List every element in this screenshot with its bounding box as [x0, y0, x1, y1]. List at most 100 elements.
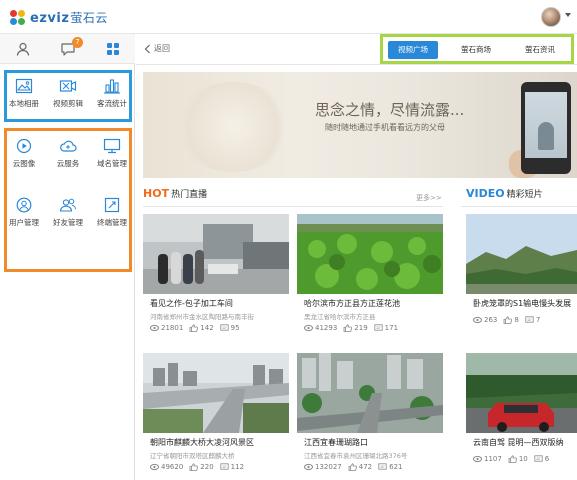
video-card-2[interactable]: 哈尔滨市方正县方正莲花池 黑龙江省哈尔滨市方正县 41293 219 171 [297, 214, 443, 342]
likes-stat[interactable]: 472 [348, 463, 372, 471]
comments-stat[interactable]: 6 [534, 455, 549, 463]
video-card-1[interactable]: 看见之作-包子加工车间 河南省郑州市金水区陶阳路与南丰街 21801 142 9… [143, 214, 289, 342]
video-card-3[interactable]: 卧虎笼罩的S1输电慢头发展 263 8 7 [466, 214, 577, 342]
photo-album-icon [15, 78, 33, 94]
tab-messages[interactable] [45, 34, 90, 64]
app-window: ezviz萤石云 7 本地相册 视频剪辑 客流统计 云图像 云服务 域名管理 用… [0, 0, 577, 480]
passenger-stats-button[interactable]: 客流统计 [90, 76, 134, 112]
comments-stat[interactable]: 621 [378, 463, 402, 471]
video-thumbnail[interactable] [297, 214, 443, 294]
cloud-service-icon [60, 140, 77, 152]
phone-person-image [538, 122, 554, 150]
cloud-video-label: 云图像 [12, 159, 36, 168]
video-stats: 41293 219 171 [304, 324, 404, 332]
video-edit-icon [59, 80, 77, 92]
passenger-stats-label: 客流统计 [97, 99, 127, 108]
likes-count: 472 [358, 463, 373, 471]
lotus-pond-image [297, 214, 443, 294]
back-button[interactable]: 返回 [144, 43, 170, 54]
user-manage-button[interactable]: 用户管理 [2, 195, 46, 231]
friends-icon [59, 198, 76, 212]
likes-count: 8 [514, 316, 519, 324]
friends-manage-label: 好友管理 [53, 218, 83, 227]
comments-stat[interactable]: 95 [220, 324, 240, 332]
sidebar: 7 本地相册 视频剪辑 客流统计 云图像 云服务 域名管理 用户管理 好友管理 … [0, 34, 135, 480]
video-title[interactable]: 云南自驾 昆明—西双版纳 [473, 437, 564, 448]
sidebar-tabs: 7 [0, 34, 135, 64]
user-icon [16, 42, 29, 56]
comments-stat[interactable]: 171 [374, 324, 398, 332]
video-title[interactable]: 江西宜春珊瑚路口 [304, 437, 368, 448]
tab-apps[interactable] [90, 34, 135, 64]
thumbs-up-icon [189, 324, 199, 332]
video-card-4[interactable]: 朝阳市麒麟大桥大凌河风景区 辽宁省朝阳市双塔区麒麟大桥 49620 220 11… [143, 353, 289, 480]
banner-background-decoration [173, 82, 293, 172]
domain-manage-button[interactable]: 域名管理 [90, 136, 134, 172]
video-edit-button[interactable]: 视频剪辑 [46, 76, 90, 112]
video-thumbnail[interactable] [143, 353, 289, 433]
cloud-video-button[interactable]: 云图像 [2, 136, 46, 172]
hot-label-cn: 热门直播 [171, 190, 208, 200]
cloud-service-button[interactable]: 云服务 [46, 136, 90, 172]
likes-stat[interactable]: 142 [189, 324, 214, 332]
views-stat: 21801 [150, 324, 183, 332]
apps-grid-icon [106, 43, 119, 55]
likes-count: 220 [200, 463, 214, 471]
phone-screen [525, 92, 567, 158]
likes-count: 10 [518, 455, 528, 463]
banner-subtitle: 随时随地通过手机看看远方的父母 [325, 123, 445, 132]
cloud-video-icon [16, 138, 32, 154]
logo-en: ezviz [30, 11, 70, 26]
comments-count: 171 [384, 324, 399, 332]
video-thumbnail[interactable] [466, 353, 577, 433]
cloud-service-label: 云服务 [56, 159, 80, 168]
eye-icon [473, 316, 482, 324]
views-count: 132027 [315, 463, 342, 471]
views-stat: 132027 [304, 463, 342, 471]
video-thumbnail[interactable] [466, 214, 577, 294]
comments-stat[interactable]: 7 [525, 316, 540, 324]
video-stats: 132027 472 621 [304, 463, 408, 471]
terminal-manage-button[interactable]: 终端管理 [90, 195, 134, 231]
video-thumbnail[interactable] [297, 353, 443, 433]
video-title[interactable]: 朝阳市麒麟大桥大凌河风景区 [150, 437, 254, 448]
avatar[interactable] [541, 7, 561, 27]
eye-icon [150, 324, 159, 332]
video-thumbnail[interactable] [143, 214, 289, 294]
photo-album-button[interactable]: 本地相册 [2, 76, 46, 112]
tab-video-square[interactable]: 视频广场 [388, 41, 438, 59]
video-stats: 263 8 7 [473, 316, 546, 324]
likes-stat[interactable]: 220 [189, 463, 214, 471]
eye-icon [304, 324, 313, 332]
video-card-6[interactable]: 云南自驾 昆明—西双版纳 1107 10 6 [466, 353, 577, 480]
comment-icon [220, 324, 229, 331]
comments-stat[interactable]: 112 [220, 463, 244, 471]
video-card-5[interactable]: 江西宜春珊瑚路口 江西省宜春市袁州区珊瑚北路376号 132027 472 62… [297, 353, 443, 480]
tab-user[interactable] [0, 34, 45, 64]
video-title[interactable]: 看见之作-包子加工车间 [150, 298, 233, 309]
video-title[interactable]: 哈尔滨市方正县方正莲花池 [304, 298, 400, 309]
video-label-cn: 精彩短片 [506, 190, 543, 200]
video-address: 辽宁省朝阳市双塔区麒麟大桥 [150, 452, 235, 460]
video-title[interactable]: 卧虎笼罩的S1输电慢头发展 [473, 298, 571, 309]
video-divider [461, 206, 577, 207]
views-stat: 49620 [150, 463, 183, 471]
tab-ezviz-mall[interactable]: 萤石商场 [451, 41, 501, 59]
promo-banner[interactable]: 思念之情，尽情流露... 随时随地通过手机看看远方的父母 [143, 72, 577, 178]
likes-stat[interactable]: 8 [503, 316, 519, 324]
tab-ezviz-news[interactable]: 萤石资讯 [515, 41, 565, 59]
likes-stat[interactable]: 10 [508, 455, 528, 463]
likes-stat[interactable]: 219 [343, 324, 368, 332]
more-link[interactable]: 更多>> [416, 193, 442, 203]
comments-count: 6 [544, 455, 550, 463]
comment-icon [374, 324, 383, 331]
comment-icon [220, 463, 229, 470]
friends-manage-button[interactable]: 好友管理 [46, 195, 90, 231]
chevron-down-icon[interactable] [565, 13, 571, 17]
domain-manage-label: 域名管理 [97, 159, 127, 168]
user-manage-label: 用户管理 [9, 218, 39, 227]
channel-nav: 视频广场 萤石商场 萤石资讯 [380, 34, 574, 64]
logo-cn: 萤石云 [70, 11, 108, 25]
chevron-left-icon [144, 44, 150, 53]
phone-image [521, 82, 571, 174]
